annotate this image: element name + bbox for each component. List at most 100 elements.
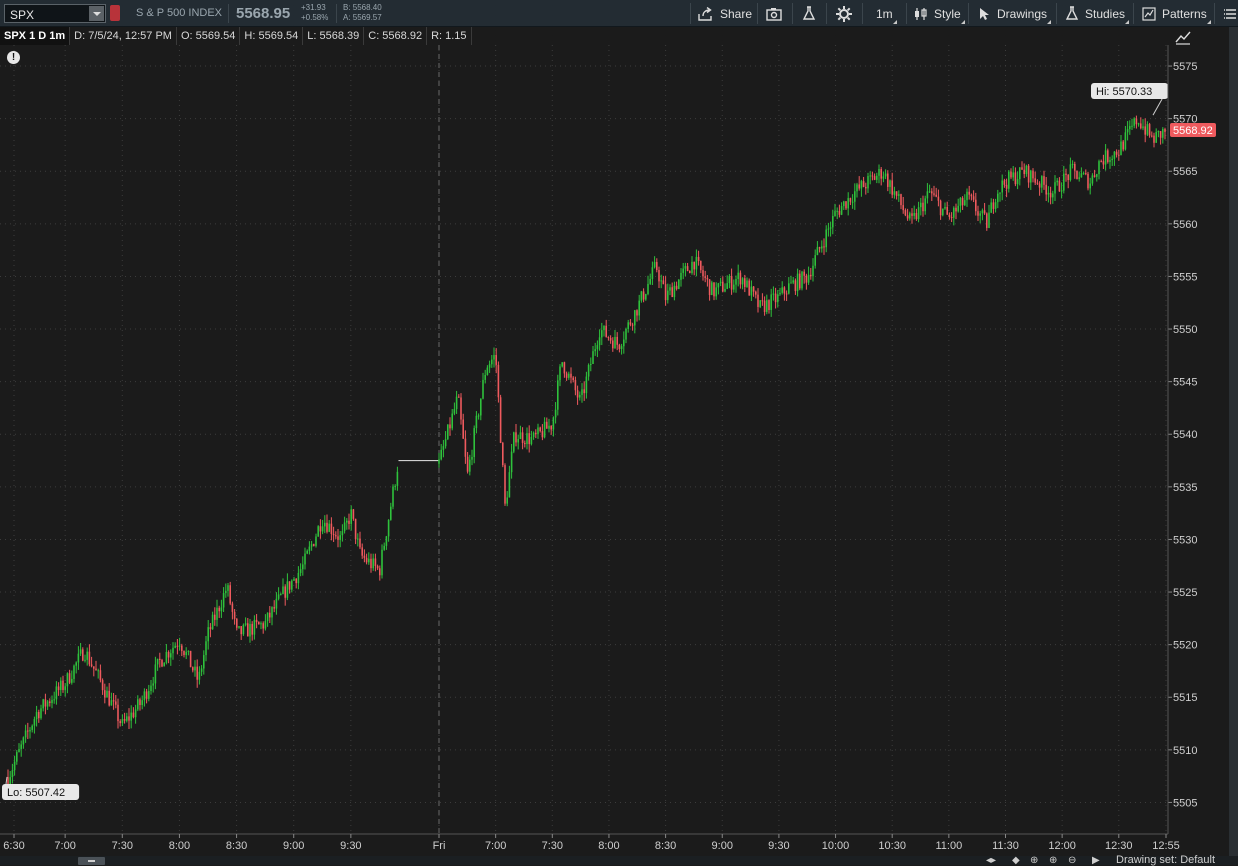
candle-body	[20, 744, 22, 749]
play-icon[interactable]: ▶	[1092, 856, 1100, 866]
candle-body	[957, 205, 959, 212]
candle-body	[497, 364, 500, 398]
candle-body	[95, 668, 97, 671]
candle-body	[1111, 158, 1113, 161]
candle-body	[755, 291, 757, 295]
candle-body	[381, 549, 383, 576]
candle-body	[150, 685, 152, 692]
divider	[336, 4, 337, 23]
candle-body	[785, 293, 788, 295]
alert-flag-icon[interactable]	[110, 5, 120, 21]
candle-body	[214, 614, 216, 620]
drawing-set-label[interactable]: Drawing set: Default	[1116, 854, 1215, 866]
candle-body	[328, 523, 330, 532]
candle-body	[319, 526, 322, 532]
candle-body	[649, 278, 651, 284]
candle-body	[992, 202, 995, 209]
more-menu-button[interactable]	[1224, 0, 1236, 27]
snapshot-button[interactable]	[766, 0, 782, 27]
candle-body	[640, 291, 643, 301]
symbol-text[interactable]: SPX	[10, 8, 34, 22]
candle-body	[757, 294, 759, 307]
patterns-button[interactable]: Patterns	[1142, 0, 1211, 27]
symbol-selector[interactable]: SPX	[4, 4, 106, 23]
candle-body	[625, 328, 627, 340]
candle-body	[240, 626, 242, 635]
candle-body	[711, 282, 713, 296]
timeframe-button[interactable]: 1m	[876, 0, 897, 27]
candle-body	[528, 433, 530, 445]
time-axis[interactable]: 6:30 7:00 7:30 8:00 8:30 9:00 9:30 Fri 7:00 7:30 8…	[0, 833, 1180, 852]
y-tick-label: 5545	[1173, 377, 1197, 389]
drawings-label: Drawings	[997, 6, 1048, 21]
divider	[1056, 3, 1057, 24]
candle-body	[876, 175, 878, 180]
candle-body	[242, 624, 245, 635]
bottom-bar: ◂▸ ◆ ⊕ ⊕ ⊖ ▶ Drawing set: Default	[0, 854, 1238, 866]
divider	[862, 3, 863, 24]
candle-body	[651, 267, 654, 279]
candle-body	[455, 396, 458, 410]
candle-body	[1096, 174, 1098, 177]
candle-body	[865, 186, 867, 189]
y-tick-label: 5575	[1173, 61, 1197, 73]
chevron-down-icon[interactable]	[89, 6, 104, 21]
candle-body	[504, 465, 506, 504]
drawings-button[interactable]: Drawings	[979, 0, 1052, 27]
candle-body	[189, 650, 192, 668]
crosshair-icon[interactable]: ⊕	[1049, 856, 1057, 866]
zoom-in-icon[interactable]: ⊕	[1030, 856, 1038, 866]
candle-body	[959, 197, 962, 206]
candle-body	[1102, 161, 1105, 165]
candle-body	[708, 279, 711, 296]
candle-body	[834, 211, 836, 216]
candle-body	[372, 558, 374, 569]
x-tick-label: Fri	[433, 840, 446, 852]
price-chart[interactable]: Hi: 5570.33 Lo: 5507.42 5568.92 5505 5510 55…	[0, 45, 1229, 856]
x-tick-label: 10:30	[878, 840, 906, 852]
candle-body	[163, 662, 165, 667]
candle-body	[636, 310, 638, 316]
candle-body	[172, 647, 174, 654]
candle-body	[1056, 180, 1058, 183]
candle-body	[642, 291, 645, 300]
candle-body	[1010, 171, 1012, 178]
x-tick-label: 12:55	[1152, 840, 1180, 852]
bar-open: O: 5569.54	[177, 27, 241, 45]
resize-icon[interactable]: ◂▸	[986, 856, 996, 866]
candle-body	[394, 485, 396, 487]
zoom-out-icon[interactable]: ⊖	[1068, 856, 1076, 866]
scrollbar-thumb[interactable]	[78, 857, 105, 865]
flask-button[interactable]	[802, 0, 816, 27]
candle-body	[1120, 141, 1122, 156]
expand-icon[interactable]: ◆	[1012, 856, 1020, 866]
candle-body	[1043, 176, 1045, 185]
right-panel-strip[interactable]	[1229, 27, 1238, 856]
settings-button[interactable]	[836, 0, 852, 27]
alert-icon[interactable]: !	[7, 51, 20, 64]
studies-button[interactable]: Studies	[1065, 0, 1130, 27]
candle-body	[1012, 172, 1014, 178]
candle-body	[1100, 161, 1102, 163]
candle-body	[22, 737, 25, 745]
menu-icon	[1224, 8, 1236, 19]
net-change-value: +31.93	[301, 3, 326, 12]
candle-body	[502, 442, 504, 466]
candle-style-icon	[915, 7, 927, 20]
candle-body	[818, 247, 821, 249]
candle-body	[350, 509, 352, 524]
candle-body	[570, 373, 572, 378]
chart-tool-icon[interactable]	[1174, 28, 1192, 46]
candle-body	[592, 351, 594, 364]
candle-body	[156, 658, 159, 665]
candle-body	[35, 712, 38, 720]
candle-body	[638, 300, 640, 316]
style-button[interactable]: Style	[914, 0, 965, 27]
bar-close: C: 5568.92	[364, 27, 428, 45]
candle-body	[700, 260, 702, 271]
candle-body	[194, 666, 196, 671]
share-button[interactable]: Share	[698, 0, 752, 27]
candle-body	[229, 585, 231, 604]
candle-body	[491, 359, 493, 365]
candle-body	[121, 718, 124, 724]
